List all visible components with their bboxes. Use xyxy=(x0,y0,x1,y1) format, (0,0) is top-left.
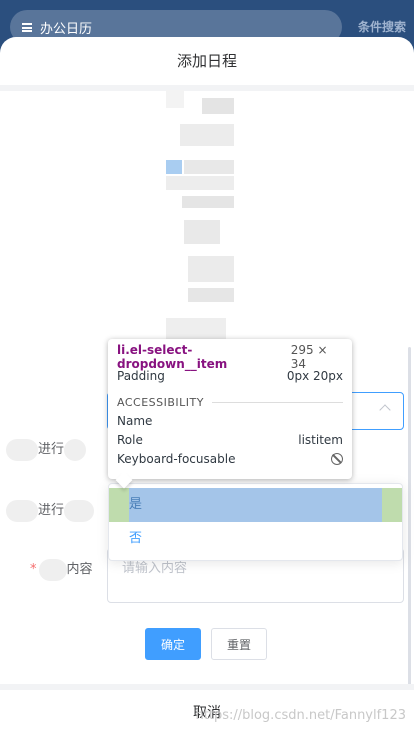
scrollbar[interactable] xyxy=(408,347,411,687)
chevron-up-icon[interactable] xyxy=(379,404,391,416)
confirm-button[interactable]: 确定 xyxy=(145,628,201,660)
option-yes[interactable]: 是 xyxy=(109,488,402,522)
calendar-search-label: 办公日历 xyxy=(40,21,93,37)
padding-label: Padding xyxy=(117,368,165,383)
not-focusable-icon xyxy=(331,452,343,465)
menu-icon xyxy=(22,22,32,32)
accessibility-heading: ACCESSIBILITY xyxy=(117,393,343,411)
progress-field-label-2: 进行 xyxy=(6,499,95,522)
devtools-inspect-tooltip: li.el-select-dropdown__item 295 × 34 Pad… xyxy=(108,339,352,479)
element-size: 295 × 34 xyxy=(290,342,328,371)
name-label: Name xyxy=(117,413,153,428)
progress-field-label-1: 进行 xyxy=(6,438,87,461)
option-no[interactable]: 否 xyxy=(109,522,402,556)
keyboard-focusable-label: Keyboard-focusable xyxy=(117,451,236,466)
obscured-content xyxy=(166,50,236,350)
role-label: Role xyxy=(117,432,143,447)
reset-button[interactable]: 重置 xyxy=(211,628,267,660)
required-marker: * xyxy=(30,562,37,577)
content-field-label: * 内容 xyxy=(30,558,93,581)
element-selector: li.el-select-dropdown__item xyxy=(117,342,228,371)
role-value: listitem xyxy=(298,432,343,447)
watermark: https://blog.csdn.net/Fannylf123 xyxy=(195,708,406,723)
select-dropdown: 是 否 xyxy=(108,483,403,561)
padding-value: 0px 20px xyxy=(286,368,343,383)
condition-search-button[interactable]: 条件搜索 xyxy=(358,18,406,35)
